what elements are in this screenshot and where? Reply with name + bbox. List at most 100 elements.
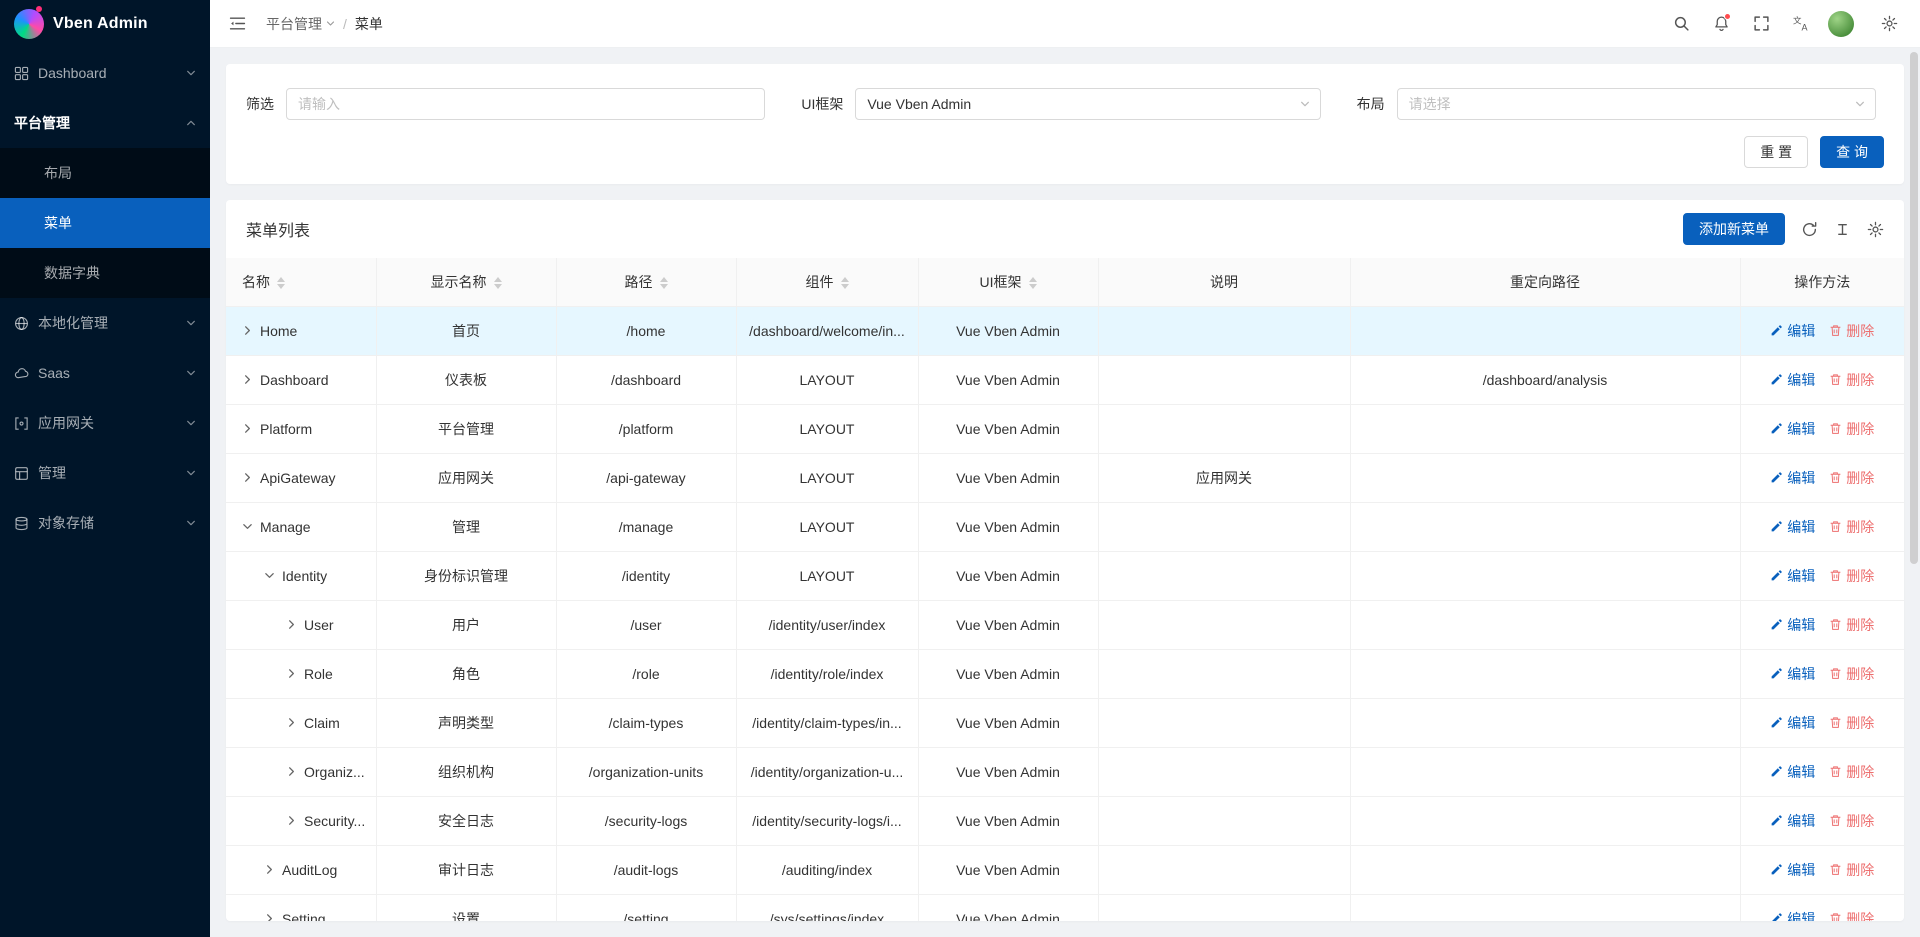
filter-input[interactable]: [286, 88, 765, 120]
notification-bell-icon[interactable]: [1708, 11, 1734, 37]
delete-icon: [1829, 471, 1842, 484]
row-path: /platform: [556, 404, 736, 453]
expand-down-icon[interactable]: [242, 521, 253, 532]
row-name: Setting: [282, 911, 326, 922]
query-button[interactable]: 查 询: [1820, 136, 1884, 168]
column-header[interactable]: 组件: [736, 258, 918, 306]
sidebar-item[interactable]: 对象存储: [0, 498, 210, 548]
sidebar-item-label: 平台管理: [14, 113, 186, 133]
sort-icon[interactable]: [277, 277, 285, 289]
row-framework: Vue Vben Admin: [918, 404, 1098, 453]
row-display-name: 组织机构: [376, 747, 556, 796]
framework-select[interactable]: Vue Vben Admin: [855, 88, 1320, 120]
reset-button[interactable]: 重 置: [1744, 136, 1808, 168]
layout-select[interactable]: 请选择: [1397, 88, 1876, 120]
expand-right-icon[interactable]: [264, 913, 275, 921]
sidebar-collapse-icon[interactable]: [224, 11, 250, 37]
sort-icon[interactable]: [494, 277, 502, 289]
expand-right-icon[interactable]: [242, 374, 253, 385]
edit-button[interactable]: 编辑: [1770, 762, 1815, 782]
row-name: Manage: [260, 519, 311, 535]
delete-button[interactable]: 删除: [1829, 909, 1874, 922]
column-header[interactable]: UI框架: [918, 258, 1098, 306]
sort-icon[interactable]: [1029, 277, 1037, 289]
sidebar-subitem[interactable]: 数据字典: [0, 248, 210, 298]
delete-button[interactable]: 删除: [1829, 762, 1874, 782]
delete-button[interactable]: 删除: [1829, 321, 1874, 341]
sidebar-item[interactable]: 管理: [0, 448, 210, 498]
delete-button[interactable]: 删除: [1829, 713, 1874, 733]
edit-button[interactable]: 编辑: [1770, 517, 1815, 537]
delete-icon: [1829, 814, 1842, 827]
edit-icon: [1770, 373, 1783, 386]
breadcrumb-parent[interactable]: 平台管理: [266, 14, 335, 34]
expand-right-icon[interactable]: [242, 325, 253, 336]
delete-button[interactable]: 删除: [1829, 811, 1874, 831]
add-menu-button[interactable]: 添加新菜单: [1683, 213, 1785, 245]
delete-button[interactable]: 删除: [1829, 419, 1874, 439]
expand-right-icon[interactable]: [286, 668, 297, 679]
sort-icon[interactable]: [660, 277, 668, 289]
sort-icon[interactable]: [841, 277, 849, 289]
sidebar-subitem[interactable]: 菜单: [0, 198, 210, 248]
sidebar-item[interactable]: 应用网关: [0, 398, 210, 448]
expand-right-icon[interactable]: [242, 472, 253, 483]
expand-down-icon[interactable]: [264, 570, 275, 581]
row-name: ApiGateway: [260, 470, 335, 486]
logo[interactable]: Vben Admin: [0, 0, 210, 48]
settings-gear-icon[interactable]: [1876, 11, 1902, 37]
refresh-icon[interactable]: [1801, 221, 1818, 238]
edit-button[interactable]: 编辑: [1770, 664, 1815, 684]
column-header[interactable]: 显示名称: [376, 258, 556, 306]
sidebar-item[interactable]: Saas: [0, 348, 210, 398]
row-name: Organiz...: [304, 764, 365, 780]
breadcrumb-current: 菜单: [355, 14, 383, 34]
expand-right-icon[interactable]: [286, 619, 297, 630]
edit-button[interactable]: 编辑: [1770, 419, 1815, 439]
edit-button[interactable]: 编辑: [1770, 811, 1815, 831]
delete-button[interactable]: 删除: [1829, 664, 1874, 684]
column-header[interactable]: 名称: [226, 258, 376, 306]
saas-icon: [14, 366, 38, 381]
menu-table: 名称显示名称路径组件UI框架说明重定向路径操作方法 Home首页/home/da…: [226, 258, 1904, 921]
page-scrollbar-thumb[interactable]: [1910, 52, 1918, 564]
table-settings-icon[interactable]: [1867, 221, 1884, 238]
row-path: /setting: [556, 894, 736, 921]
manage-icon: [14, 466, 38, 481]
edit-button[interactable]: 编辑: [1770, 615, 1815, 635]
language-translate-icon[interactable]: 文A: [1788, 11, 1814, 37]
expand-right-icon[interactable]: [242, 423, 253, 434]
row-framework: Vue Vben Admin: [918, 453, 1098, 502]
expand-right-icon[interactable]: [286, 766, 297, 777]
expand-right-icon[interactable]: [286, 717, 297, 728]
fullscreen-icon[interactable]: [1748, 11, 1774, 37]
sidebar-item[interactable]: 本地化管理: [0, 298, 210, 348]
edit-button[interactable]: 编辑: [1770, 566, 1815, 586]
row-framework: Vue Vben Admin: [918, 894, 1098, 921]
delete-button[interactable]: 删除: [1829, 860, 1874, 880]
delete-button[interactable]: 删除: [1829, 615, 1874, 635]
layout-select-placeholder: 请选择: [1409, 94, 1451, 114]
expand-right-icon[interactable]: [264, 864, 275, 875]
user-avatar[interactable]: [1828, 11, 1854, 37]
sidebar-item[interactable]: 平台管理: [0, 98, 210, 148]
search-icon[interactable]: [1668, 11, 1694, 37]
sidebar-subitem[interactable]: 布局: [0, 148, 210, 198]
delete-button[interactable]: 删除: [1829, 468, 1874, 488]
edit-button[interactable]: 编辑: [1770, 468, 1815, 488]
edit-button[interactable]: 编辑: [1770, 860, 1815, 880]
delete-button[interactable]: 删除: [1829, 566, 1874, 586]
row-height-icon[interactable]: [1834, 221, 1851, 238]
delete-icon: [1829, 422, 1842, 435]
row-description: [1098, 649, 1350, 698]
edit-button[interactable]: 编辑: [1770, 321, 1815, 341]
edit-button[interactable]: 编辑: [1770, 370, 1815, 390]
expand-right-icon[interactable]: [286, 815, 297, 826]
edit-button[interactable]: 编辑: [1770, 713, 1815, 733]
edit-button[interactable]: 编辑: [1770, 909, 1815, 922]
sidebar-item[interactable]: Dashboard: [0, 48, 210, 98]
row-component: /identity/claim-types/in...: [736, 698, 918, 747]
column-header[interactable]: 路径: [556, 258, 736, 306]
delete-button[interactable]: 删除: [1829, 370, 1874, 390]
delete-button[interactable]: 删除: [1829, 517, 1874, 537]
